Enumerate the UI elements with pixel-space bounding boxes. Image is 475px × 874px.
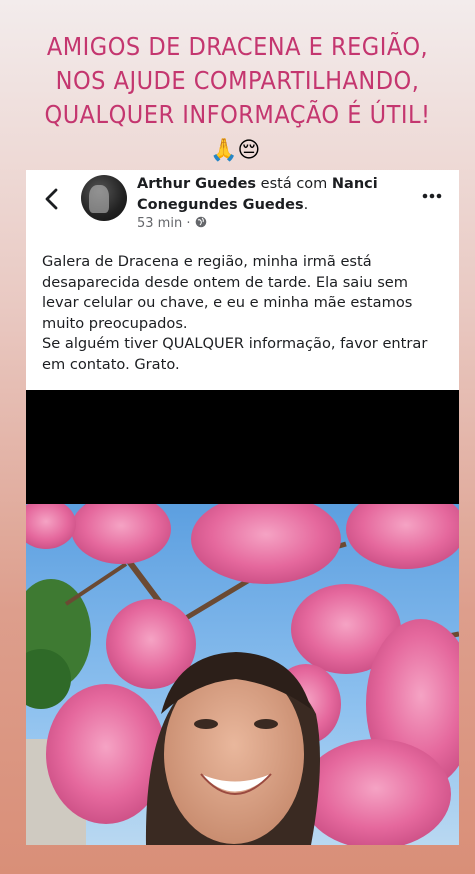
author-name[interactable]: Arthur Guedes [137, 176, 256, 192]
caption-line: AMIGOS DE DRACENA E REGIÃO, [46, 32, 429, 61]
post-line: Galera de Dracena e região, minha irmã e… [42, 253, 372, 270]
post-body: Galera de Dracena e região, minha irmã e… [42, 252, 452, 375]
post-header: Arthur Guedes está com Nanci Conegundes … [137, 176, 378, 213]
post-line: Se alguém tiver QUALQUER informação, fav… [42, 335, 428, 352]
post-line: levar celular ou chave, e eu e minha mãe… [42, 294, 413, 311]
post-screenshot-card: Arthur Guedes está com Nanci Conegundes … [26, 170, 459, 390]
emoji-row: 🙏😔 [210, 138, 261, 163]
post-time[interactable]: 53 min [137, 216, 182, 231]
avatar[interactable] [81, 175, 127, 221]
caption-line: QUALQUER INFORMAÇÃO É ÚTIL! [44, 100, 431, 129]
caption-line: NOS AJUDE COMPARTILHANDO, [55, 66, 420, 95]
more-horizontal-icon[interactable] [421, 182, 443, 206]
chevron-left-icon[interactable] [40, 184, 64, 214]
post-line: em contato. Grato. [42, 355, 180, 373]
post-line: desaparecida desde ontem de tarde. Ela s… [42, 273, 408, 291]
post-line: muito preocupados. [42, 314, 188, 332]
globe-icon [195, 216, 207, 231]
with-text: está com [260, 176, 328, 192]
redacted-block [26, 390, 459, 504]
post-photo[interactable] [26, 504, 459, 845]
story-caption: AMIGOS DE DRACENA E REGIÃO, NOS AJUDE CO… [0, 30, 475, 132]
post-meta: 53 min · [137, 216, 207, 231]
